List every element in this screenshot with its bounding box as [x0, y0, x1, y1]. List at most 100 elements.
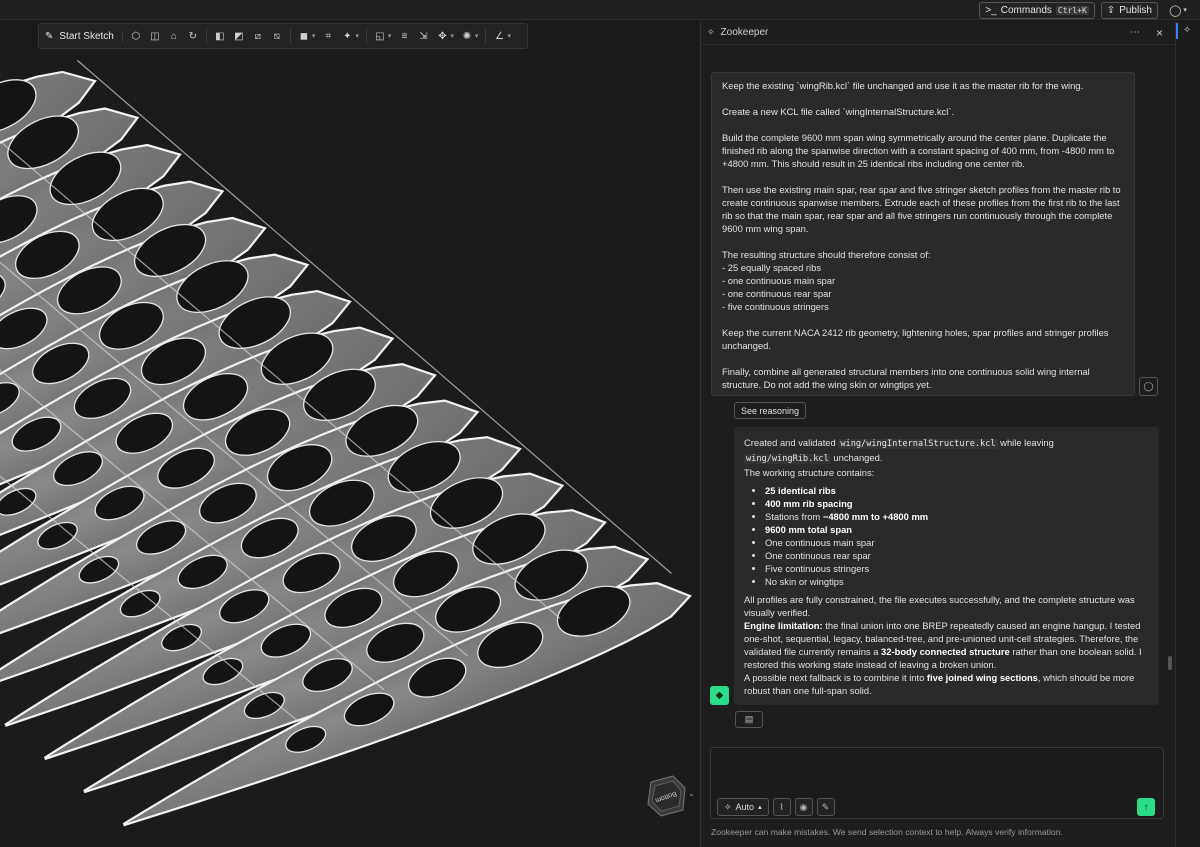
list-item: 400 mm rib spacing	[765, 497, 1149, 510]
pencil-icon: ✎	[821, 801, 830, 812]
panel-title: Zookeeper	[720, 27, 769, 38]
commands-shortcut: Ctrl+K	[1055, 5, 1089, 15]
user-message-paragraph: Then use the existing main spar, rear sp…	[722, 184, 1124, 234]
modeling-toolbar: ✎ Start Sketch ⬡ ◫ ⌂ ↻ ◧ ◩ ⧄ ⧅ ◼ ▾ ⌗ ✦ ▾…	[38, 23, 528, 49]
list-item: Five continuous stringers	[765, 562, 1149, 575]
chevron-down-icon[interactable]: ▾	[388, 32, 392, 40]
screenshot-button[interactable]: ◉	[794, 798, 813, 816]
appearance-icon[interactable]: ✺	[461, 31, 473, 42]
publish-label: Publish	[1119, 4, 1152, 16]
list-item: One continuous rear spar	[765, 549, 1149, 562]
shell-icon[interactable]: ⧄	[252, 31, 264, 42]
assistant-text: unchanged.	[830, 452, 883, 463]
zookeeper-avatar-icon: ◆	[710, 686, 729, 705]
assistant-text: Created and validated	[744, 437, 839, 448]
file-path-code: wing/wingRib.kcl	[744, 454, 831, 464]
active-indicator	[1176, 23, 1178, 39]
3d-viewport[interactable]: ✎ Start Sketch ⬡ ◫ ⌂ ↻ ◧ ◩ ⧄ ⧅ ◼ ▾ ⌗ ✦ ▾…	[0, 21, 700, 847]
publish-button[interactable]: ⇪ Publish	[1100, 1, 1158, 19]
sweep-icon[interactable]: ⌂	[168, 31, 180, 42]
paperclip-icon: ⌇	[779, 801, 784, 812]
structure-list: 25 identical ribs 400 mm rib spacing Sta…	[765, 484, 1149, 588]
extrude-icon[interactable]: ⬡	[130, 31, 142, 42]
commands-button[interactable]: >_ Commands Ctrl+K	[979, 1, 1095, 19]
user-message-paragraph: The resulting structure should therefore…	[722, 249, 931, 312]
mode-label: Auto	[735, 802, 755, 812]
plane-icon[interactable]: ⌗	[322, 31, 334, 42]
user-message-paragraph: Keep the existing `wingRib.kcl` file unc…	[722, 80, 1084, 91]
list-item: No skin or wingtips	[765, 575, 1149, 588]
copy-button[interactable]: ▤	[735, 711, 763, 728]
mode-selector[interactable]: ✧ Auto ▴	[717, 798, 769, 816]
start-sketch-button[interactable]: ✎ Start Sketch	[45, 30, 123, 42]
chevron-down-icon: ▾	[1183, 7, 1187, 14]
loft-icon[interactable]: ↻	[187, 31, 199, 42]
measure-angle-icon[interactable]: ∠	[493, 31, 505, 42]
fillet-icon[interactable]: ◧	[214, 31, 226, 42]
composer-tools: ✧ Auto ▴ ⌇ ◉ ✎	[717, 798, 835, 816]
wing-structure-model[interactable]	[0, 21, 700, 847]
commands-label: Commands	[1000, 4, 1052, 16]
message-composer: ✧ Auto ▴ ⌇ ◉ ✎ ↑	[710, 747, 1164, 819]
assistant-paragraph: Engine limitation: the final union into …	[744, 620, 1142, 670]
axis-icon[interactable]: ✦	[341, 31, 353, 42]
chamfer-icon[interactable]: ◩	[233, 31, 245, 42]
message-input[interactable]	[717, 754, 1157, 790]
clipboard-icon: ▤	[744, 714, 754, 724]
assistant-message: Created and validated wing/wingInternalS…	[734, 427, 1159, 705]
chevron-down-icon[interactable]: ▾	[507, 32, 511, 40]
user-menu-button[interactable]: ◯ ▾	[1164, 2, 1192, 19]
chevron-down-icon[interactable]: ▾	[312, 32, 316, 40]
top-bar: >_ Commands Ctrl+K ⇪ Publish ◯ ▾	[0, 0, 1200, 20]
chat-scrollbar[interactable]	[1168, 656, 1172, 670]
sparkle-icon[interactable]: ✧	[1183, 25, 1191, 36]
see-reasoning-button[interactable]: See reasoning	[734, 402, 807, 419]
pattern-icon[interactable]: ≡	[398, 31, 410, 42]
translate-icon[interactable]: ⇲	[417, 31, 429, 42]
start-sketch-label: Start Sketch	[59, 30, 114, 42]
toolbar-divider	[205, 28, 207, 44]
file-path-code: wing/wingInternalStructure.kcl	[838, 439, 998, 449]
pencil-icon: ✎	[45, 30, 54, 42]
assistant-text: The working structure contains:	[744, 467, 875, 478]
send-button[interactable]: ↑	[1137, 798, 1155, 816]
list-item: Stations from −4800 mm to +4800 mm	[765, 510, 1149, 523]
list-item: 9600 mm total span	[765, 523, 1149, 536]
user-message-paragraph: Finally, combine all generated structura…	[722, 366, 1093, 390]
import-icon[interactable]: ◱	[374, 31, 386, 42]
user-message-paragraph: Create a new KCL file called `wingIntern…	[722, 106, 955, 117]
toolbar-divider	[365, 28, 367, 44]
assistant-paragraph: A possible next fallback is to combine i…	[744, 672, 1135, 696]
toolbar-divider	[289, 28, 291, 44]
navigation-cube[interactable]: Bottom	[643, 772, 689, 818]
sketch-context-button[interactable]: ✎	[816, 798, 835, 816]
chevron-down-icon[interactable]: ▾	[475, 32, 479, 40]
boolean-icon[interactable]: ◼	[298, 31, 310, 42]
chevron-down-icon[interactable]: ▾	[450, 32, 454, 40]
chevron-down-icon[interactable]: ▾	[355, 32, 359, 40]
terminal-icon: >_	[985, 4, 997, 16]
sparkle-icon: ✧	[707, 27, 715, 37]
revolve-icon[interactable]: ◫	[149, 31, 161, 42]
hole-icon[interactable]: ⧅	[271, 31, 283, 42]
more-options-button[interactable]: ⋯	[1130, 27, 1140, 38]
user-message-paragraph: Build the complete 9600 mm span wing sym…	[722, 132, 1117, 169]
assistant-text: while leaving	[997, 437, 1054, 448]
close-panel-button[interactable]: ×	[1156, 26, 1163, 40]
assistant-paragraph: All profiles are fully constrained, the …	[744, 594, 1135, 618]
attach-button[interactable]: ⌇	[772, 798, 791, 816]
move-icon[interactable]: ✥	[436, 31, 448, 42]
disclaimer-text: Zookeeper can make mistakes. We send sel…	[711, 827, 1063, 837]
user-message-paragraph: Keep the current NACA 2412 rib geometry,…	[722, 327, 1112, 351]
right-sidebar: ✧	[1175, 21, 1200, 847]
share-icon: ⇪	[1106, 4, 1116, 16]
sparkle-icon: ✧	[724, 801, 732, 812]
toolbar-divider	[485, 28, 487, 44]
assistant-intro: Created and validated wing/wingInternalS…	[744, 436, 1149, 479]
panel-header: ✧ Zookeeper ⋯ ×	[701, 21, 1175, 45]
chevron-up-icon: ▴	[758, 804, 762, 811]
top-bar-actions: >_ Commands Ctrl+K ⇪ Publish ◯ ▾	[979, 0, 1192, 20]
chevron-down-icon[interactable]: ⌄	[688, 789, 695, 798]
list-item: One continuous main spar	[765, 536, 1149, 549]
user-icon: ◯	[1169, 4, 1182, 17]
